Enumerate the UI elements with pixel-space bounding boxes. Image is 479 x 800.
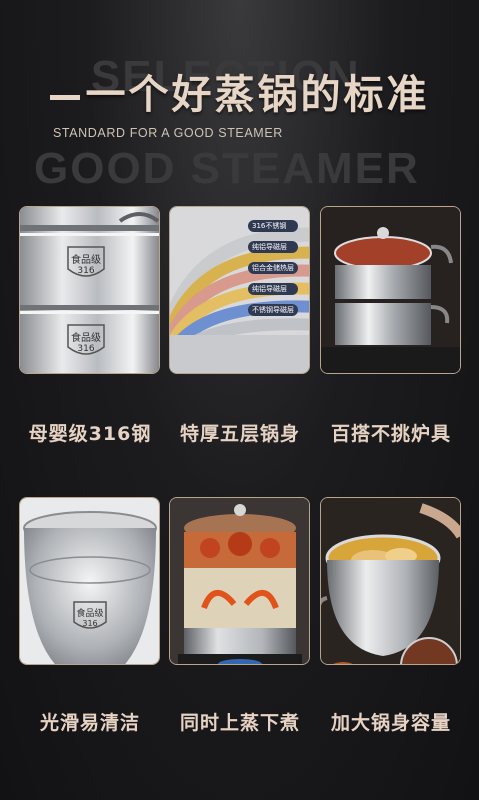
feature-card-316-steel: 食品级 316 食品级 316 <box>19 206 160 374</box>
layer-label: 铝合金储热层 <box>248 262 298 274</box>
badge-number: 316 <box>77 266 95 276</box>
feature-caption-easy-clean: 光滑易清洁 <box>39 712 140 734</box>
badge-text: 食品级 <box>76 609 104 619</box>
layer-label: 不锈钢导磁层 <box>248 304 298 316</box>
food-grade-badge: 食品级 316 <box>68 251 104 276</box>
layer-labels: 316不锈钢 纯铝导磁层 铝合金储热层 纯铝导磁层 不锈钢导磁层 <box>248 220 298 316</box>
food-grade-badge: 食品级 316 <box>68 329 104 354</box>
steamer-on-stove-image <box>321 207 460 373</box>
layer-label: 316不锈钢 <box>248 220 298 232</box>
page-title-text: 一个好蒸锅的标准 <box>85 72 430 118</box>
chicken-soup-pot-image <box>321 498 460 664</box>
feature-caption-stove-compatible: 百搭不挑炉具 <box>330 423 451 445</box>
smooth-pot-interior-image <box>20 498 159 664</box>
page-title: 一个好蒸锅的标准 <box>0 62 479 120</box>
badge-number: 316 <box>82 619 98 628</box>
feature-caption-five-layers: 特厚五层锅身 <box>179 423 300 445</box>
layer-label: 纯铝导磁层 <box>248 283 298 295</box>
feature-caption-steam-and-boil: 同时上蒸下煮 <box>179 712 300 734</box>
watermark-line-2: GOOD STEAMER <box>34 144 420 193</box>
feature-card-steam-and-boil <box>169 497 310 665</box>
page-subtitle: STANDARD FOR A GOOD STEAMER <box>53 126 283 140</box>
badge-text: 食品级 <box>71 333 101 344</box>
product-feature-page: SELECTION GOOD STEAMER 一个好蒸锅的标准 STANDARD… <box>0 0 479 800</box>
feature-card-stove-compatible <box>320 206 461 374</box>
feature-card-large-capacity <box>320 497 461 665</box>
feature-card-five-layers: 316不锈钢 纯铝导磁层 铝合金储热层 纯铝导磁层 不锈钢导磁层 <box>169 206 310 374</box>
badge-number: 316 <box>77 344 95 354</box>
steaming-crabs-image <box>170 498 309 664</box>
badge-text: 食品级 <box>71 255 101 266</box>
layer-label: 纯铝导磁层 <box>248 241 298 253</box>
title-dash-decoration <box>49 94 80 100</box>
feature-card-easy-clean: 食品级 316 <box>19 497 160 665</box>
feature-caption-316-steel: 母婴级316钢 <box>28 423 152 445</box>
food-grade-badge: 食品级 316 <box>74 606 106 628</box>
feature-caption-large-capacity: 加大锅身容量 <box>330 712 451 734</box>
